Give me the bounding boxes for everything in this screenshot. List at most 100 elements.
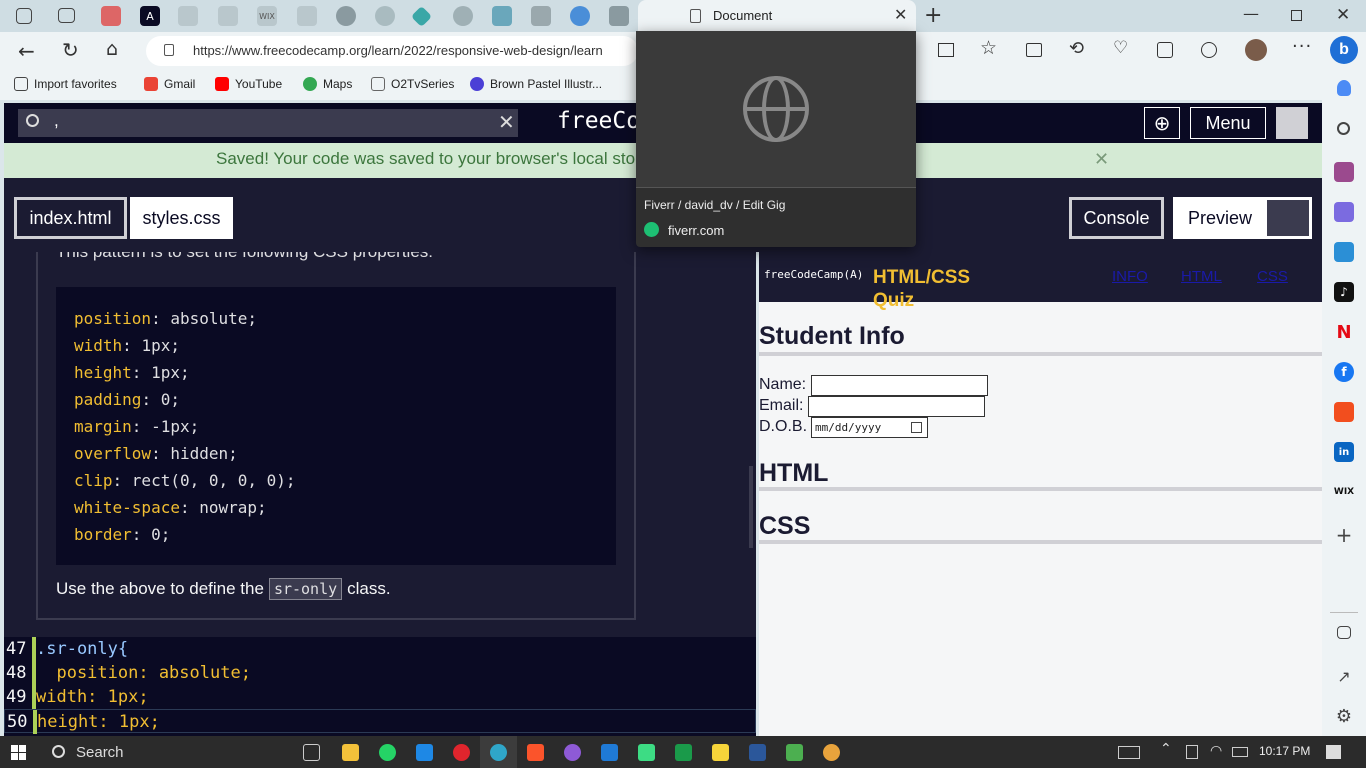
facebook-icon[interactable]: f <box>1334 362 1354 382</box>
favorite-youtube[interactable]: YouTube <box>215 77 282 91</box>
home-icon[interactable]: ⌂ <box>106 38 118 60</box>
tray-chevron-icon[interactable]: ⌃ <box>1160 741 1172 757</box>
code-editor[interactable]: 47 .sr-only{48 position: absolute; 49 width… <box>4 637 756 736</box>
app-icon[interactable] <box>675 744 692 761</box>
tab-icon[interactable] <box>178 6 198 26</box>
close-banner-icon[interactable]: ✕ <box>1094 149 1109 170</box>
file-explorer-icon[interactable] <box>342 744 359 761</box>
tab-icon[interactable] <box>218 6 238 26</box>
url-text[interactable]: https://www.freecodecamp.org/learn/2022/… <box>193 43 603 58</box>
figma-icon[interactable] <box>1334 402 1354 422</box>
editor-line[interactable]: 49 width: 1px; <box>4 685 756 709</box>
favorite-o2tvseries[interactable]: O2TvSeries <box>371 77 454 91</box>
search-sidebar-icon[interactable] <box>1337 122 1350 135</box>
split-view-icon[interactable] <box>1337 626 1351 639</box>
clear-search-icon[interactable]: ✕ <box>498 110 515 134</box>
tab-icon[interactable] <box>336 6 356 26</box>
fcc-search-input[interactable]: , <box>54 111 59 131</box>
add-sidebar-icon[interactable]: + <box>1334 523 1354 547</box>
extension-icon[interactable] <box>1157 42 1173 58</box>
more-options-icon[interactable]: ··· <box>1292 36 1312 57</box>
favorite-canva[interactable]: Brown Pastel Illustr... <box>470 77 602 91</box>
favorite-import[interactable]: Import favorites <box>14 77 117 91</box>
minimize-icon[interactable]: — <box>1243 4 1259 23</box>
performance-icon[interactable]: ♡ <box>1113 38 1128 58</box>
whatsapp-icon[interactable] <box>379 744 396 761</box>
taskbar-time[interactable]: 10:17 PM <box>1259 744 1310 758</box>
github-tab-icon[interactable] <box>453 6 473 26</box>
netflix-icon[interactable]: N <box>1334 322 1354 343</box>
editor-line[interactable]: 50 height: 1px; <box>4 709 756 734</box>
tab-icon[interactable] <box>609 6 629 26</box>
windows-start-icon[interactable] <box>11 745 26 760</box>
new-tab-icon[interactable]: + <box>924 3 942 28</box>
language-globe-icon[interactable]: ⊕ <box>1144 107 1180 139</box>
close-window-icon[interactable]: ✕ <box>1336 5 1350 25</box>
close-tab-icon[interactable]: ✕ <box>894 5 907 24</box>
open-external-icon[interactable]: ↗ <box>1334 666 1354 686</box>
edge-icon[interactable] <box>490 744 507 761</box>
fcc-user-avatar[interactable] <box>1276 107 1308 139</box>
calendar-icon[interactable] <box>911 422 922 433</box>
preview-nav-css[interactable]: CSS <box>1257 268 1288 285</box>
wix-icon[interactable]: WIX <box>1334 482 1354 502</box>
chrome-icon[interactable] <box>823 744 840 761</box>
panel-resize-handle[interactable] <box>749 466 753 548</box>
wifi-icon[interactable]: ◠ <box>1210 743 1222 759</box>
tray-icon[interactable] <box>1186 745 1198 759</box>
app-icon[interactable] <box>601 744 618 761</box>
back-icon[interactable]: ← <box>18 39 35 63</box>
editor-line[interactable]: 48 position: absolute; <box>4 661 756 685</box>
tab-icon[interactable] <box>410 5 433 28</box>
task-view-icon[interactable] <box>303 744 320 761</box>
preview-nav-info[interactable]: INFO <box>1112 268 1148 285</box>
extension-icon[interactable] <box>1201 42 1217 58</box>
refresh-icon[interactable]: ↻ <box>62 38 79 62</box>
favorite-gmail[interactable]: Gmail <box>144 77 195 91</box>
android-studio-icon[interactable] <box>638 744 655 761</box>
send-icon[interactable] <box>1334 242 1354 262</box>
freecodecamp-tab-icon[interactable]: A <box>140 6 160 26</box>
profile-avatar[interactable] <box>1245 39 1267 61</box>
tab-icon[interactable] <box>297 6 317 26</box>
taskbar-search[interactable]: Search <box>76 744 124 761</box>
notification-center-icon[interactable] <box>1326 745 1341 759</box>
vpn-icon[interactable] <box>786 744 803 761</box>
tab-actions-icon[interactable] <box>58 8 75 23</box>
vscode-icon[interactable] <box>416 744 433 761</box>
preview-nav-html[interactable]: HTML <box>1181 268 1222 285</box>
opera-icon[interactable] <box>453 744 470 761</box>
preview-button[interactable]: Preview <box>1173 197 1312 239</box>
collections-icon[interactable] <box>1026 43 1042 57</box>
github-desktop-icon[interactable] <box>564 744 581 761</box>
wix-tab-icon[interactable]: WIX <box>257 6 277 26</box>
restore-icon[interactable] <box>1291 10 1302 21</box>
battery-icon[interactable] <box>1232 747 1248 757</box>
tab-icon[interactable] <box>492 6 512 26</box>
tab-styles-css[interactable]: styles.css <box>130 197 233 239</box>
menu-button[interactable]: Menu <box>1190 107 1266 139</box>
active-tab[interactable]: Document ✕ <box>638 0 916 32</box>
settings-gear-icon[interactable]: ⚙ <box>1334 706 1354 727</box>
tab-icon[interactable] <box>570 6 590 26</box>
address-bar[interactable]: https://www.freecodecamp.org/learn/2022/… <box>146 36 638 66</box>
workspaces-icon[interactable] <box>16 8 32 24</box>
youtube-tab-icon[interactable] <box>101 6 121 26</box>
favorite-maps[interactable]: Maps <box>303 77 352 91</box>
tab-icon[interactable] <box>375 6 395 26</box>
tiktok-icon[interactable]: ♪ <box>1334 282 1354 302</box>
favorites-star-icon[interactable]: ☆ <box>980 37 997 59</box>
split-screen-icon[interactable] <box>938 43 954 57</box>
tab-icon[interactable] <box>531 6 551 26</box>
history-icon[interactable]: ⟲ <box>1069 38 1084 59</box>
notification-icon[interactable] <box>1337 80 1351 96</box>
bing-copilot-icon[interactable]: b <box>1330 36 1358 64</box>
tools-icon[interactable] <box>1334 202 1354 222</box>
linkedin-icon[interactable]: in <box>1334 442 1354 462</box>
editor-line[interactable]: 47 .sr-only{ <box>4 637 756 661</box>
word-icon[interactable] <box>749 744 766 761</box>
brave-icon[interactable] <box>527 744 544 761</box>
console-button[interactable]: Console <box>1069 197 1164 239</box>
email-input[interactable] <box>808 396 985 417</box>
name-input[interactable] <box>811 375 988 396</box>
